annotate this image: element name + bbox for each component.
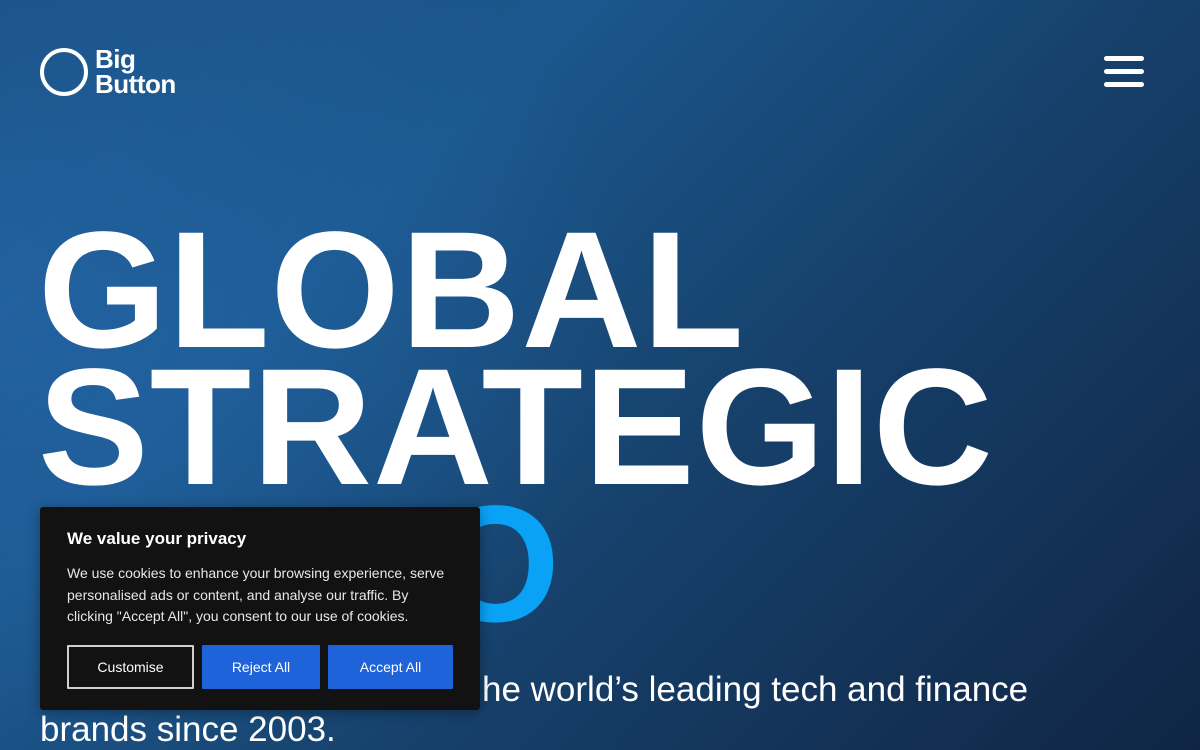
tagline-line-1: he world’s leading tech and finance	[482, 670, 1029, 709]
cookie-actions: Customise Reject All Accept All	[67, 645, 453, 689]
menu-bar	[1104, 82, 1144, 87]
cookie-consent-banner: We value your privacy We use cookies to …	[40, 507, 480, 710]
logo-ring-icon	[40, 48, 88, 96]
hamburger-menu-icon[interactable]	[1104, 56, 1144, 87]
accept-all-button[interactable]: Accept All	[328, 645, 453, 689]
logo-wordmark: Big Button	[95, 46, 176, 99]
menu-bar	[1104, 56, 1144, 61]
reject-all-button[interactable]: Reject All	[202, 645, 320, 689]
menu-bar	[1104, 69, 1144, 74]
customise-button[interactable]: Customise	[67, 645, 194, 689]
cookie-title: We value your privacy	[67, 529, 247, 548]
logo-line-2: Button	[95, 69, 176, 99]
tagline-line-2: brands since 2003.	[40, 710, 336, 749]
brand-logo[interactable]: Big Button	[40, 46, 176, 99]
cookie-description: We use cookies to enhance your browsing …	[67, 565, 445, 624]
